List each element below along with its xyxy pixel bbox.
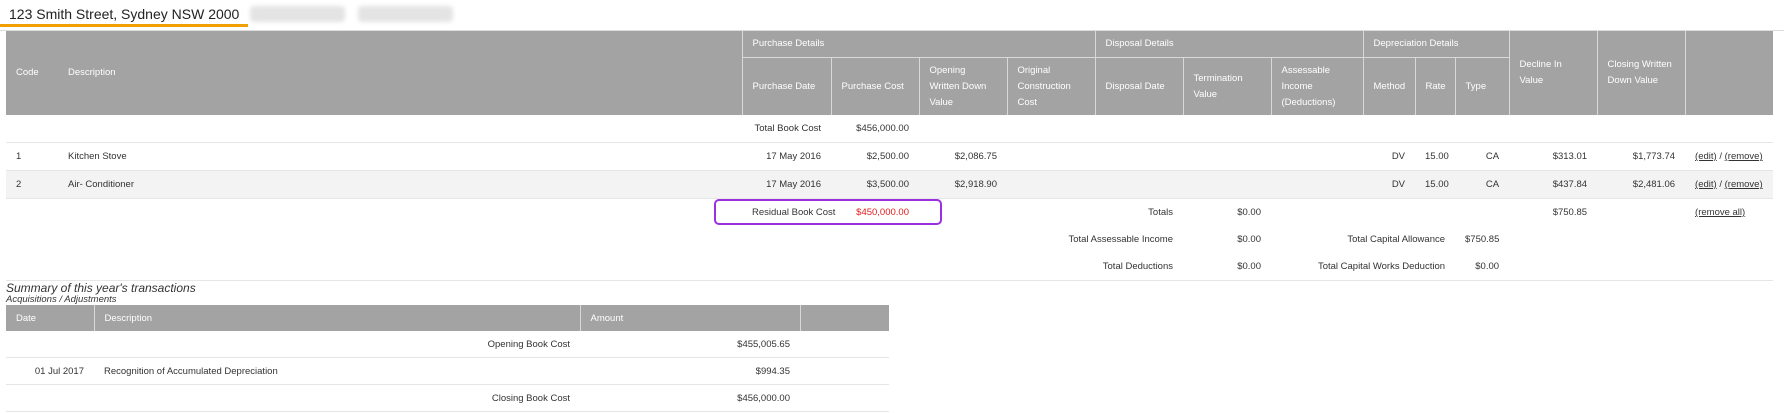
summary-header-extra <box>799 305 889 331</box>
total-capital-allowance-value: $750.85 <box>1465 234 1500 245</box>
row-purchase-cost: $2,500.00 <box>831 142 919 171</box>
residual-book-cost-value: $450,000.00 <box>856 207 909 218</box>
row-purchase-date: 17 May 2016 <box>742 142 831 171</box>
summary-closing-row: Closing Book Cost $456,000.00 <box>6 384 889 412</box>
residual-totals-row: Residual Book Cost $450,000.00 Totals $0… <box>6 199 1773 227</box>
row-code: 1 <box>6 142 58 171</box>
deductions-row: Total Deductions $0.00 Total Capital Wor… <box>6 253 1774 281</box>
header-purchase-cost: Purchase Cost <box>830 57 919 115</box>
depreciation-table: Code Description Purchase Details Dispos… <box>6 31 1774 281</box>
row-description: Kitchen Stove <box>58 142 742 171</box>
total-book-cost-row: Total Book Cost $456,000.00 <box>6 115 1774 143</box>
table-row: 1 Kitchen Stove 17 May 2016 $2,500.00 $2… <box>6 142 1774 171</box>
table-row: 2 Air- Conditioner 17 May 2016 $3,500.00… <box>6 170 1774 199</box>
tab-blurred-2[interactable] <box>358 6 453 22</box>
row-method: DV <box>1363 142 1416 171</box>
total-assessable-income-value: $0.00 <box>1237 234 1261 245</box>
summary-header-amount: Amount <box>579 305 800 331</box>
header-disposal-date: Disposal Date <box>1094 57 1183 115</box>
tab-bar: 123 Smith Street, Sydney NSW 2000 <box>0 0 1784 31</box>
row-type: CA <box>1455 170 1510 199</box>
header-rate: Rate <box>1414 57 1456 115</box>
row-closing-wdv: $2,481.06 <box>1597 170 1686 199</box>
header-closing-wdv: Closing Written Down Value <box>1596 31 1686 115</box>
closing-book-cost-label: Closing Book Cost <box>94 384 580 412</box>
total-book-cost-label: Total Book Cost <box>742 115 831 143</box>
header-description: Description <box>58 31 742 115</box>
summary-header-description: Description <box>93 305 580 331</box>
group-disposal-details: Disposal Details <box>1094 31 1364 58</box>
opening-book-cost-value: $455,005.65 <box>580 331 800 358</box>
summary-subtitle: Acquisitions / Adjustments <box>6 294 117 305</box>
header-type: Type <box>1454 57 1510 115</box>
total-book-cost-value: $456,000.00 <box>831 115 919 143</box>
opening-book-cost-label: Opening Book Cost <box>94 331 580 358</box>
action-separator: / <box>1716 151 1725 162</box>
header-code: Code <box>6 31 58 115</box>
summary-title: Summary of this year's transactions <box>6 281 196 295</box>
row-decline: $313.01 <box>1509 142 1598 171</box>
action-separator: / <box>1716 179 1725 190</box>
row-actions: (edit) / (remove) <box>1685 170 1774 199</box>
summary-row-amount: $994.35 <box>580 357 800 385</box>
totals-label: Totals <box>1148 207 1173 218</box>
row-code: 2 <box>6 170 58 199</box>
row-opening-wdv: $2,918.90 <box>919 170 1007 199</box>
residual-book-cost-label: Residual Book Cost <box>752 207 836 218</box>
header-decline-in-value: Decline In Value <box>1508 31 1598 115</box>
row-actions: (edit) / (remove) <box>1685 142 1774 171</box>
summary-row-date: 01 Jul 2017 <box>6 357 94 385</box>
summary-opening-row: Opening Book Cost $455,005.65 <box>6 331 889 358</box>
row-decline: $437.84 <box>1509 170 1598 199</box>
total-deductions-value: $0.00 <box>1183 253 1271 281</box>
header-opening-wdv: Opening Written Down Value <box>918 57 1007 115</box>
header-method: Method <box>1362 57 1416 115</box>
row-purchase-cost: $3,500.00 <box>831 170 919 199</box>
header-original-construction-cost: Original Construction Cost <box>1006 57 1095 115</box>
remove-link[interactable]: (remove) <box>1725 179 1763 190</box>
total-assessable-income-label: Total Assessable Income <box>1068 234 1173 245</box>
header-purchase-date: Purchase Date <box>741 57 831 115</box>
row-type: CA <box>1455 142 1510 171</box>
tab-property[interactable]: 123 Smith Street, Sydney NSW 2000 <box>0 0 249 27</box>
total-capital-works-label: Total Capital Works Deduction <box>1271 253 1456 281</box>
group-purchase-details: Purchase Details <box>741 31 1095 58</box>
list-item: 01 Jul 2017 Recognition of Accumulated D… <box>6 357 889 385</box>
total-deductions-label: Total Deductions <box>1007 253 1183 281</box>
assessable-allowance-row: Total Assessable Income $0.00 Total Capi… <box>6 226 1773 253</box>
header-assessable-income: Assessable Income (Deductions) <box>1270 57 1364 115</box>
row-rate: 15.00 <box>1415 170 1456 199</box>
row-opening-wdv: $2,086.75 <box>919 142 1007 171</box>
row-description: Air- Conditioner <box>58 170 742 199</box>
total-capital-works-value: $0.00 <box>1455 253 1510 281</box>
row-rate: 15.00 <box>1415 142 1456 171</box>
closing-book-cost-value: $456,000.00 <box>580 384 800 412</box>
edit-link[interactable]: (edit) <box>1695 151 1717 162</box>
header-termination-value: Termination Value <box>1182 57 1271 115</box>
group-depreciation-details: Depreciation Details <box>1362 31 1510 58</box>
totals-decline-in-value: $750.85 <box>1552 207 1588 218</box>
row-method: DV <box>1363 170 1416 199</box>
summary-header-date: Date <box>6 305 94 331</box>
remove-all-link[interactable]: (remove all) <box>1695 207 1745 218</box>
total-capital-allowance-label: Total Capital Allowance <box>1347 234 1446 245</box>
summary-table: Date Description Amount Opening Book Cos… <box>6 305 889 412</box>
row-purchase-date: 17 May 2016 <box>742 170 831 199</box>
totals-termination-value: $0.00 <box>1237 207 1261 218</box>
tab-blurred-1[interactable] <box>250 6 345 22</box>
remove-link[interactable]: (remove) <box>1725 151 1763 162</box>
header-actions <box>1684 31 1774 115</box>
summary-row-description: Recognition of Accumulated Depreciation <box>94 357 580 385</box>
edit-link[interactable]: (edit) <box>1695 179 1717 190</box>
row-closing-wdv: $1,773.74 <box>1597 142 1686 171</box>
